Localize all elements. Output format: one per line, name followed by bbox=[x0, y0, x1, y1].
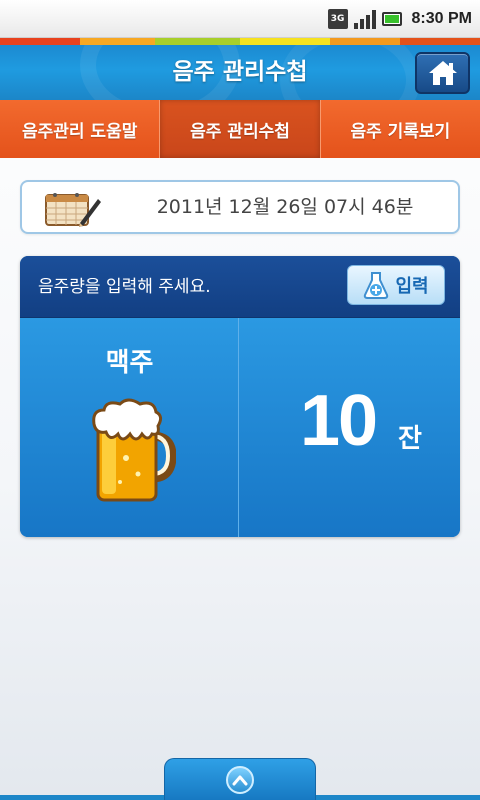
expand-handle[interactable] bbox=[164, 758, 316, 800]
page-title: 음주 관리수첩 bbox=[172, 59, 308, 85]
chevron-up-icon bbox=[226, 765, 254, 794]
3g-icon: 3G bbox=[327, 9, 348, 29]
tab-notebook[interactable]: 음주 관리수첩 bbox=[160, 100, 321, 158]
stripe-segment bbox=[240, 38, 330, 45]
panel-body: 맥주 10 잔 bbox=[20, 318, 460, 537]
beer-mug-icon bbox=[92, 398, 176, 502]
tab-records[interactable]: 음주 기록보기 bbox=[321, 100, 480, 158]
drink-unit: 잔 bbox=[398, 424, 422, 454]
panel-header: 음주량을 입력해 주세요. 입력 bbox=[20, 256, 460, 318]
tab-bar: 음주관리 도움말 음주 관리수첩 음주 기록보기 bbox=[0, 100, 480, 158]
stripe-segment bbox=[155, 38, 240, 45]
stripe-segment bbox=[80, 38, 155, 45]
input-button[interactable]: 입력 bbox=[347, 265, 445, 305]
entry-prompt: 음주량을 입력해 주세요. bbox=[38, 277, 211, 297]
calendar-pen-icon bbox=[45, 193, 101, 227]
stripe-segment bbox=[400, 38, 480, 45]
signal-icon bbox=[353, 9, 376, 29]
home-icon bbox=[428, 61, 457, 85]
title-bar: 음주 관리수첩 bbox=[0, 45, 480, 100]
tab-help[interactable]: 음주관리 도움말 bbox=[0, 100, 161, 158]
drink-count: 10 bbox=[300, 381, 378, 461]
status-time: 8:30 PM bbox=[411, 10, 472, 27]
color-stripe bbox=[0, 38, 480, 45]
drink-name: 맥주 bbox=[105, 348, 154, 378]
input-button-label: 입력 bbox=[395, 276, 429, 297]
drink-count-cell[interactable]: 10 잔 bbox=[240, 318, 460, 537]
home-button[interactable] bbox=[415, 52, 470, 94]
status-icons: 3G 8:30 PM bbox=[327, 8, 472, 30]
stripe-segment bbox=[330, 38, 400, 45]
drink-entry-panel: 음주량을 입력해 주세요. 입력 맥주 10 잔 bbox=[20, 256, 460, 537]
flask-plus-icon bbox=[364, 272, 389, 299]
drink-type-cell[interactable]: 맥주 bbox=[20, 318, 239, 537]
date-box[interactable]: 2011년 12월 26일 07시 46분 bbox=[20, 180, 460, 234]
date-text: 2011년 12월 26일 07시 46분 bbox=[156, 196, 414, 218]
stripe-segment bbox=[0, 38, 80, 45]
battery-icon bbox=[381, 12, 402, 26]
status-bar: 3G 8:30 PM bbox=[0, 0, 480, 38]
